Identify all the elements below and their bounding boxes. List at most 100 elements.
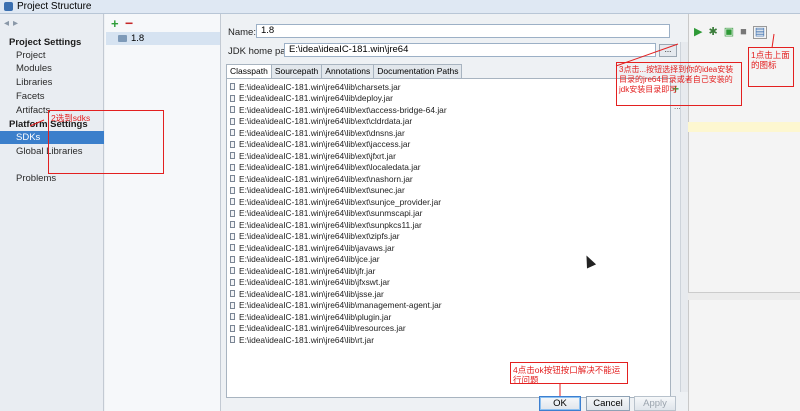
list-item[interactable]: E:\idea\ideaIC-181.win\jre64\lib\ext\jfx… <box>227 150 672 161</box>
run-icon[interactable]: ▶ <box>694 26 702 38</box>
ide-toolbar: ▶ ✱ ▣ ■ ▤ <box>690 22 800 42</box>
jar-icon <box>230 117 235 125</box>
list-item[interactable]: E:\idea\ideaIC-181.win\jre64\lib\ext\nas… <box>227 173 672 184</box>
list-item[interactable]: E:\idea\ideaIC-181.win\jre64\lib\jfr.jar <box>227 265 672 276</box>
sdk-list-item[interactable]: 1.8 <box>106 32 220 45</box>
classpath-entry: E:\idea\ideaIC-181.win\jre64\lib\plugin.… <box>239 311 392 322</box>
ok-button[interactable]: OK <box>539 396 581 411</box>
debug-icon[interactable]: ✱ <box>708 26 717 38</box>
cancel-button[interactable]: Cancel <box>586 396 630 411</box>
classpath-entry: E:\idea\ideaIC-181.win\jre64\lib\jfxswt.… <box>239 277 390 287</box>
jar-icon <box>230 232 235 240</box>
window-title: Project Structure <box>17 1 92 12</box>
sdk-list-panel: + − 1.8 <box>105 14 221 411</box>
list-item[interactable]: E:\idea\ideaIC-181.win\jre64\lib\ext\dns… <box>227 127 672 138</box>
list-item[interactable]: E:\idea\ideaIC-181.win\jre64\lib\jsse.ja… <box>227 288 672 299</box>
classpath-entry: E:\idea\ideaIC-181.win\jre64\lib\charset… <box>239 81 401 92</box>
list-item[interactable]: E:\idea\ideaIC-181.win\jre64\lib\ext\zip… <box>227 231 672 242</box>
jar-icon <box>230 278 235 286</box>
classpath-entry: E:\idea\ideaIC-181.win\jre64\lib\ext\cld… <box>239 116 413 126</box>
jar-icon <box>230 140 235 148</box>
annotation-text: 2选到sdks <box>51 113 91 123</box>
folder-icon <box>118 35 127 42</box>
add-sdk-icon[interactable]: + <box>111 16 119 31</box>
nav-item-project[interactable]: Project <box>0 49 104 62</box>
tab-annotations[interactable]: Annotations <box>321 64 375 78</box>
ide-highlight-line <box>688 122 800 132</box>
remove-sdk-icon[interactable]: − <box>125 15 133 31</box>
tab-documentation-paths[interactable]: Documentation Paths <box>373 64 463 78</box>
jar-icon <box>230 336 235 343</box>
list-item[interactable]: E:\idea\ideaIC-181.win\jre64\lib\ext\sun… <box>227 196 672 207</box>
classpath-entry: E:\idea\ideaIC-181.win\jre64\lib\resourc… <box>239 323 406 333</box>
list-item[interactable]: E:\idea\ideaIC-181.win\jre64\lib\ext\acc… <box>227 104 672 115</box>
classpath-entry: E:\idea\ideaIC-181.win\jre64\lib\ext\nas… <box>239 173 413 184</box>
jar-icon <box>230 94 235 102</box>
classpath-entry: E:\idea\ideaIC-181.win\jre64\lib\ext\sun… <box>239 185 405 195</box>
jar-icon <box>230 163 235 171</box>
list-item[interactable]: E:\idea\ideaIC-181.win\jre64\lib\managem… <box>227 300 672 311</box>
classpath-list[interactable]: E:\idea\ideaIC-181.win\jre64\lib\charset… <box>226 78 671 398</box>
list-item[interactable]: E:\idea\ideaIC-181.win\jre64\lib\ext\sun… <box>227 208 672 219</box>
jar-icon <box>230 209 235 217</box>
browse-button[interactable]: ... <box>659 44 677 57</box>
list-item[interactable]: E:\idea\ideaIC-181.win\jre64\lib\javaws.… <box>227 242 672 253</box>
jar-icon <box>230 324 235 332</box>
classpath-entry: E:\idea\ideaIC-181.win\jre64\lib\ext\zip… <box>239 231 400 241</box>
tab-sourcepath[interactable]: Sourcepath <box>270 64 323 78</box>
coverage-icon[interactable]: ▣ <box>724 26 734 38</box>
nav-back-forward-icons[interactable]: ◂▸ <box>4 18 22 29</box>
jar-icon <box>230 313 235 320</box>
list-item[interactable]: E:\idea\ideaIC-181.win\jre64\lib\ext\loc… <box>227 162 672 173</box>
classpath-entry: E:\idea\ideaIC-181.win\jre64\lib\ext\sun… <box>239 208 423 218</box>
annotation-text: 4点击ok按钮按口解决不能运行问题 <box>513 365 621 385</box>
jar-icon <box>230 244 235 251</box>
list-item[interactable]: E:\idea\ideaIC-181.win\jre64\lib\ext\jac… <box>227 139 672 150</box>
project-structure-nav: ◂▸ Project Settings Project Modules Libr… <box>0 14 104 411</box>
list-item[interactable]: E:\idea\ideaIC-181.win\jre64\lib\rt.jar <box>227 334 672 345</box>
jar-icon <box>230 106 235 113</box>
window-title-bar: Project Structure <box>0 0 800 14</box>
sdk-item-label: 1.8 <box>131 33 145 44</box>
list-item[interactable]: E:\idea\ideaIC-181.win\jre64\lib\ext\sun… <box>227 219 672 230</box>
nav-header-project-settings: Project Settings <box>9 37 82 48</box>
classpath-entry: E:\idea\ideaIC-181.win\jre64\lib\rt.jar <box>239 334 374 345</box>
list-item[interactable]: E:\idea\ideaIC-181.win\jre64\lib\ext\cld… <box>227 116 672 127</box>
classpath-entry: E:\idea\ideaIC-181.win\jre64\lib\deploy.… <box>239 93 393 103</box>
list-item[interactable]: E:\idea\ideaIC-181.win\jre64\lib\plugin.… <box>227 311 672 322</box>
jar-icon <box>230 175 235 182</box>
nav-item-modules[interactable]: Modules <box>0 62 104 75</box>
project-structure-icon[interactable]: ▤ <box>752 25 768 39</box>
ide-panel-divider <box>688 292 800 300</box>
jar-icon <box>230 255 235 263</box>
jar-icon <box>230 186 235 194</box>
classpath-tabs: Classpath Sourcepath Annotations Documen… <box>226 64 463 78</box>
name-field[interactable]: 1.8 <box>256 24 670 38</box>
jar-icon <box>230 83 235 90</box>
list-item[interactable]: E:\idea\ideaIC-181.win\jre64\lib\ext\sun… <box>227 185 672 196</box>
annotation-step-3: 3点击...按钮选择到你的idea安装目录的jre64目录或者自己安装的jdk安… <box>616 62 742 106</box>
list-item[interactable]: E:\idea\ideaIC-181.win\jre64\lib\deploy.… <box>227 93 672 104</box>
nav-item-libraries[interactable]: Libraries <box>0 76 104 89</box>
jar-icon <box>230 301 235 309</box>
annotation-step-2: 2选到sdks <box>48 110 164 174</box>
annotation-step-1: 1点击上面的图标 <box>748 47 794 87</box>
jdk-home-path-field[interactable]: E:\idea\ideaIC-181.win\jre64 <box>284 43 656 57</box>
list-item[interactable]: E:\idea\ideaIC-181.win\jre64\lib\jfxswt.… <box>227 277 672 288</box>
stop-icon[interactable]: ■ <box>740 26 747 38</box>
classpath-entry: E:\idea\ideaIC-181.win\jre64\lib\ext\jac… <box>239 139 411 149</box>
name-label: Name: <box>228 27 256 38</box>
nav-item-facets[interactable]: Facets <box>0 90 104 103</box>
classpath-entry: E:\idea\ideaIC-181.win\jre64\lib\ext\jfx… <box>239 150 396 161</box>
classpath-entry: E:\idea\ideaIC-181.win\jre64\lib\ext\sun… <box>239 196 442 207</box>
classpath-entry: E:\idea\ideaIC-181.win\jre64\lib\javaws.… <box>239 242 395 253</box>
classpath-entry: E:\idea\ideaIC-181.win\jre64\lib\ext\sun… <box>239 219 422 230</box>
tab-classpath[interactable]: Classpath <box>226 64 272 78</box>
list-item[interactable]: E:\idea\ideaIC-181.win\jre64\lib\jce.jar <box>227 254 672 265</box>
apply-button[interactable]: Apply <box>634 396 676 411</box>
list-item[interactable]: E:\idea\ideaIC-181.win\jre64\lib\resourc… <box>227 323 672 334</box>
annotation-text: 3点击...按钮选择到你的idea安装目录的jre64目录或者自己安装的jdk安… <box>619 65 734 94</box>
classpath-entry: E:\idea\ideaIC-181.win\jre64\lib\jfr.jar <box>239 265 376 276</box>
classpath-entry: E:\idea\ideaIC-181.win\jre64\lib\jce.jar <box>239 254 380 264</box>
list-item[interactable]: E:\idea\ideaIC-181.win\jre64\lib\charset… <box>227 81 672 92</box>
